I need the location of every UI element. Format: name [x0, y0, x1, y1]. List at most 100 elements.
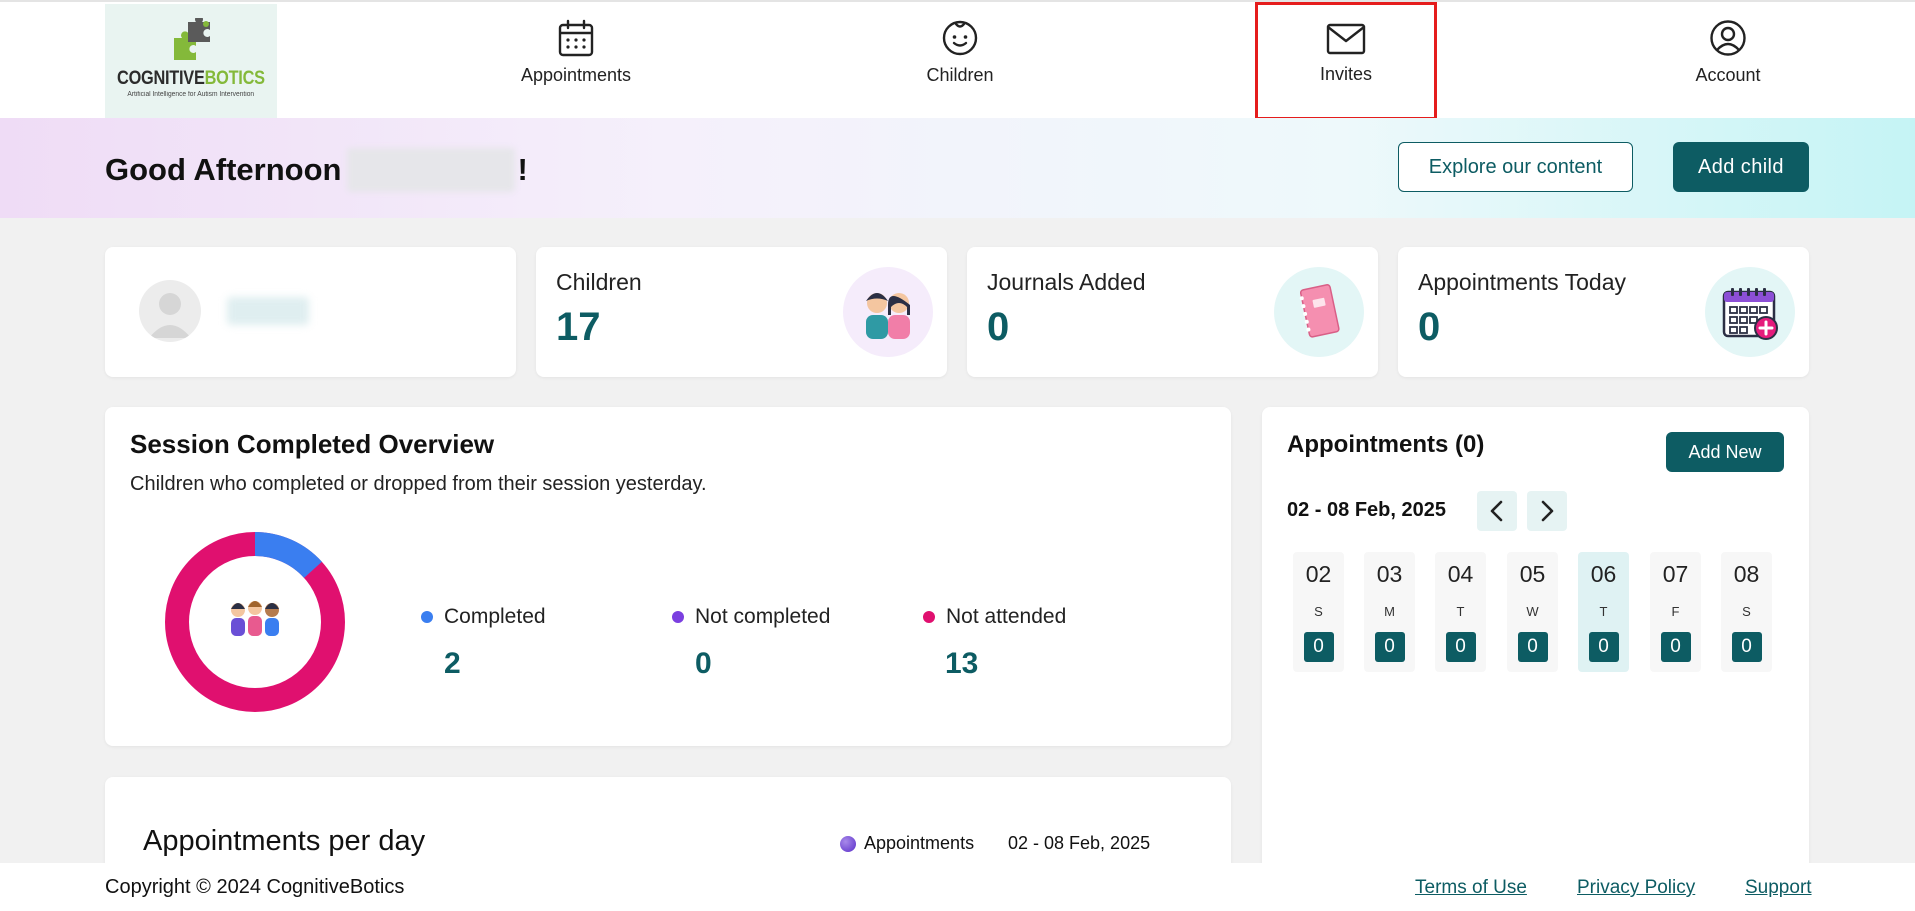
day-cell[interactable]: 07 F 0	[1650, 552, 1701, 672]
stat-card-children: Children 17	[536, 247, 947, 377]
stat-value: 0	[1418, 305, 1441, 349]
stat-icon-wrapper	[1274, 267, 1364, 357]
legend-completed[interactable]: Completed	[421, 605, 546, 629]
stat-value: 0	[987, 305, 1010, 349]
envelope-icon	[1326, 23, 1366, 55]
stat-icon-wrapper	[1705, 267, 1795, 357]
day-weekday: T	[1456, 604, 1465, 619]
day-cell[interactable]: 05 W 0	[1507, 552, 1558, 672]
profile-card[interactable]	[105, 247, 516, 377]
user-circle-icon	[1710, 20, 1746, 56]
next-week-button[interactable]	[1527, 491, 1567, 531]
nav-account[interactable]: Account	[1678, 2, 1778, 120]
day-number: 03	[1376, 561, 1403, 587]
day-appointment-count: 0	[1517, 632, 1548, 662]
day-weekday: M	[1384, 604, 1395, 619]
page-footer: Copyright © 2024 CognitiveBotics Terms o…	[0, 863, 1915, 911]
nav-invites-label: Invites	[1319, 64, 1373, 84]
day-number: 07	[1662, 561, 1689, 587]
appointments-per-day-legend[interactable]: Appointments	[840, 833, 974, 854]
puzzle-logo-icon	[174, 18, 210, 60]
legend-label: Appointments	[864, 833, 975, 853]
nav-children[interactable]: Children	[900, 2, 1020, 120]
nav-children-label: Children	[926, 65, 994, 85]
legend-value-not-completed: 0	[695, 647, 712, 680]
day-weekday: S	[1314, 604, 1323, 619]
day-cell[interactable]: 08 S 0	[1721, 552, 1772, 672]
stat-card-appointments-today: Appointments Today 0	[1398, 247, 1809, 377]
top-navigation-bar: COGNITIVEBOTICS Artificial Intelligence …	[0, 0, 1915, 120]
chevron-right-icon	[1541, 500, 1554, 522]
day-number: 08	[1733, 561, 1760, 587]
nav-appointments[interactable]: Appointments	[500, 2, 652, 120]
stat-icon-wrapper	[843, 267, 933, 357]
day-cell[interactable]: 04 T 0	[1435, 552, 1486, 672]
user-name-redacted	[347, 148, 516, 192]
legend-label: Not completed	[695, 605, 831, 628]
day-number: 06	[1590, 561, 1617, 587]
add-child-button[interactable]: Add child	[1673, 142, 1809, 192]
avatar-placeholder-icon	[149, 293, 191, 338]
brand-wordmark: COGNITIVEBOTICS	[117, 68, 265, 89]
day-number: 05	[1519, 561, 1546, 587]
day-appointment-count: 0	[1660, 632, 1691, 662]
session-donut-chart	[165, 532, 345, 712]
support-link[interactable]: Support	[1745, 877, 1812, 899]
greeting-text: Good Afternoon	[105, 152, 342, 187]
nav-invites[interactable]: Invites	[1255, 2, 1437, 120]
day-number: 02	[1305, 561, 1332, 587]
greeting-exclamation: !	[517, 152, 528, 187]
privacy-policy-link[interactable]: Privacy Policy	[1577, 877, 1695, 899]
day-cell-selected[interactable]: 06 T 0	[1578, 552, 1629, 672]
day-appointment-count: 0	[1445, 632, 1476, 662]
session-overview-title: Session Completed Overview	[130, 429, 495, 459]
stat-title: Appointments Today	[1418, 269, 1626, 295]
nav-account-label: Account	[1695, 65, 1761, 85]
legend-dot-not-completed	[672, 611, 684, 623]
week-range-label: 02 - 08 Feb, 2025	[1287, 499, 1446, 521]
legend-value-completed: 2	[444, 647, 461, 680]
stat-title: Children	[556, 269, 642, 295]
previous-week-button[interactable]	[1477, 491, 1517, 531]
brand-tagline: Artificial Intelligence for Autism Inter…	[127, 91, 255, 98]
nav-appointments-label: Appointments	[520, 65, 632, 85]
child-face-icon	[942, 20, 978, 56]
stat-title: Journals Added	[987, 269, 1146, 295]
legend-dot-appointments	[840, 835, 856, 852]
day-weekday: S	[1742, 604, 1751, 619]
session-overview-card: Session Completed Overview Children who …	[105, 407, 1231, 746]
add-new-appointment-button[interactable]: Add New	[1666, 432, 1784, 472]
appointments-panel-title: Appointments (0)	[1287, 431, 1485, 458]
day-cell[interactable]: 02 S 0	[1293, 552, 1344, 672]
brand-logo[interactable]: COGNITIVEBOTICS Artificial Intelligence …	[105, 4, 277, 120]
stat-value: 17	[556, 305, 601, 349]
appointments-per-day-title: Appointments per day	[143, 825, 426, 857]
legend-label: Completed	[444, 605, 546, 628]
day-weekday: F	[1671, 604, 1680, 619]
chevron-left-icon	[1490, 500, 1503, 522]
copyright-text: Copyright © 2024 CognitiveBotics	[105, 876, 405, 898]
legend-dot-not-attended	[923, 611, 935, 623]
legend-not-attended[interactable]: Not attended	[923, 605, 1066, 629]
day-appointment-count: 0	[1588, 632, 1619, 662]
day-cell[interactable]: 03 M 0	[1364, 552, 1415, 672]
calendar-plus-icon	[1722, 288, 1778, 340]
day-number: 04	[1447, 561, 1474, 587]
day-appointment-count: 0	[1303, 632, 1334, 662]
kids-illustration-icon	[231, 601, 279, 636]
legend-label: Not attended	[946, 605, 1067, 628]
day-weekday: T	[1599, 604, 1608, 619]
profile-name-redacted	[227, 297, 309, 325]
day-weekday: W	[1526, 604, 1539, 619]
terms-of-use-link[interactable]: Terms of Use	[1415, 877, 1527, 899]
stat-card-journals: Journals Added 0	[967, 247, 1378, 377]
session-overview-subtitle: Children who completed or dropped from t…	[130, 473, 707, 495]
legend-not-completed[interactable]: Not completed	[672, 605, 830, 629]
greeting-heading: Good Afternoon !	[105, 148, 528, 192]
appointments-per-day-range: 02 - 08 Feb, 2025	[1008, 833, 1151, 853]
children-icon	[866, 293, 910, 339]
journal-icon	[1299, 284, 1340, 338]
legend-value-not-attended: 13	[945, 647, 979, 680]
explore-content-button[interactable]: Explore our content	[1398, 142, 1633, 192]
greeting-banner: Good Afternoon ! Explore our content Add…	[0, 118, 1915, 218]
